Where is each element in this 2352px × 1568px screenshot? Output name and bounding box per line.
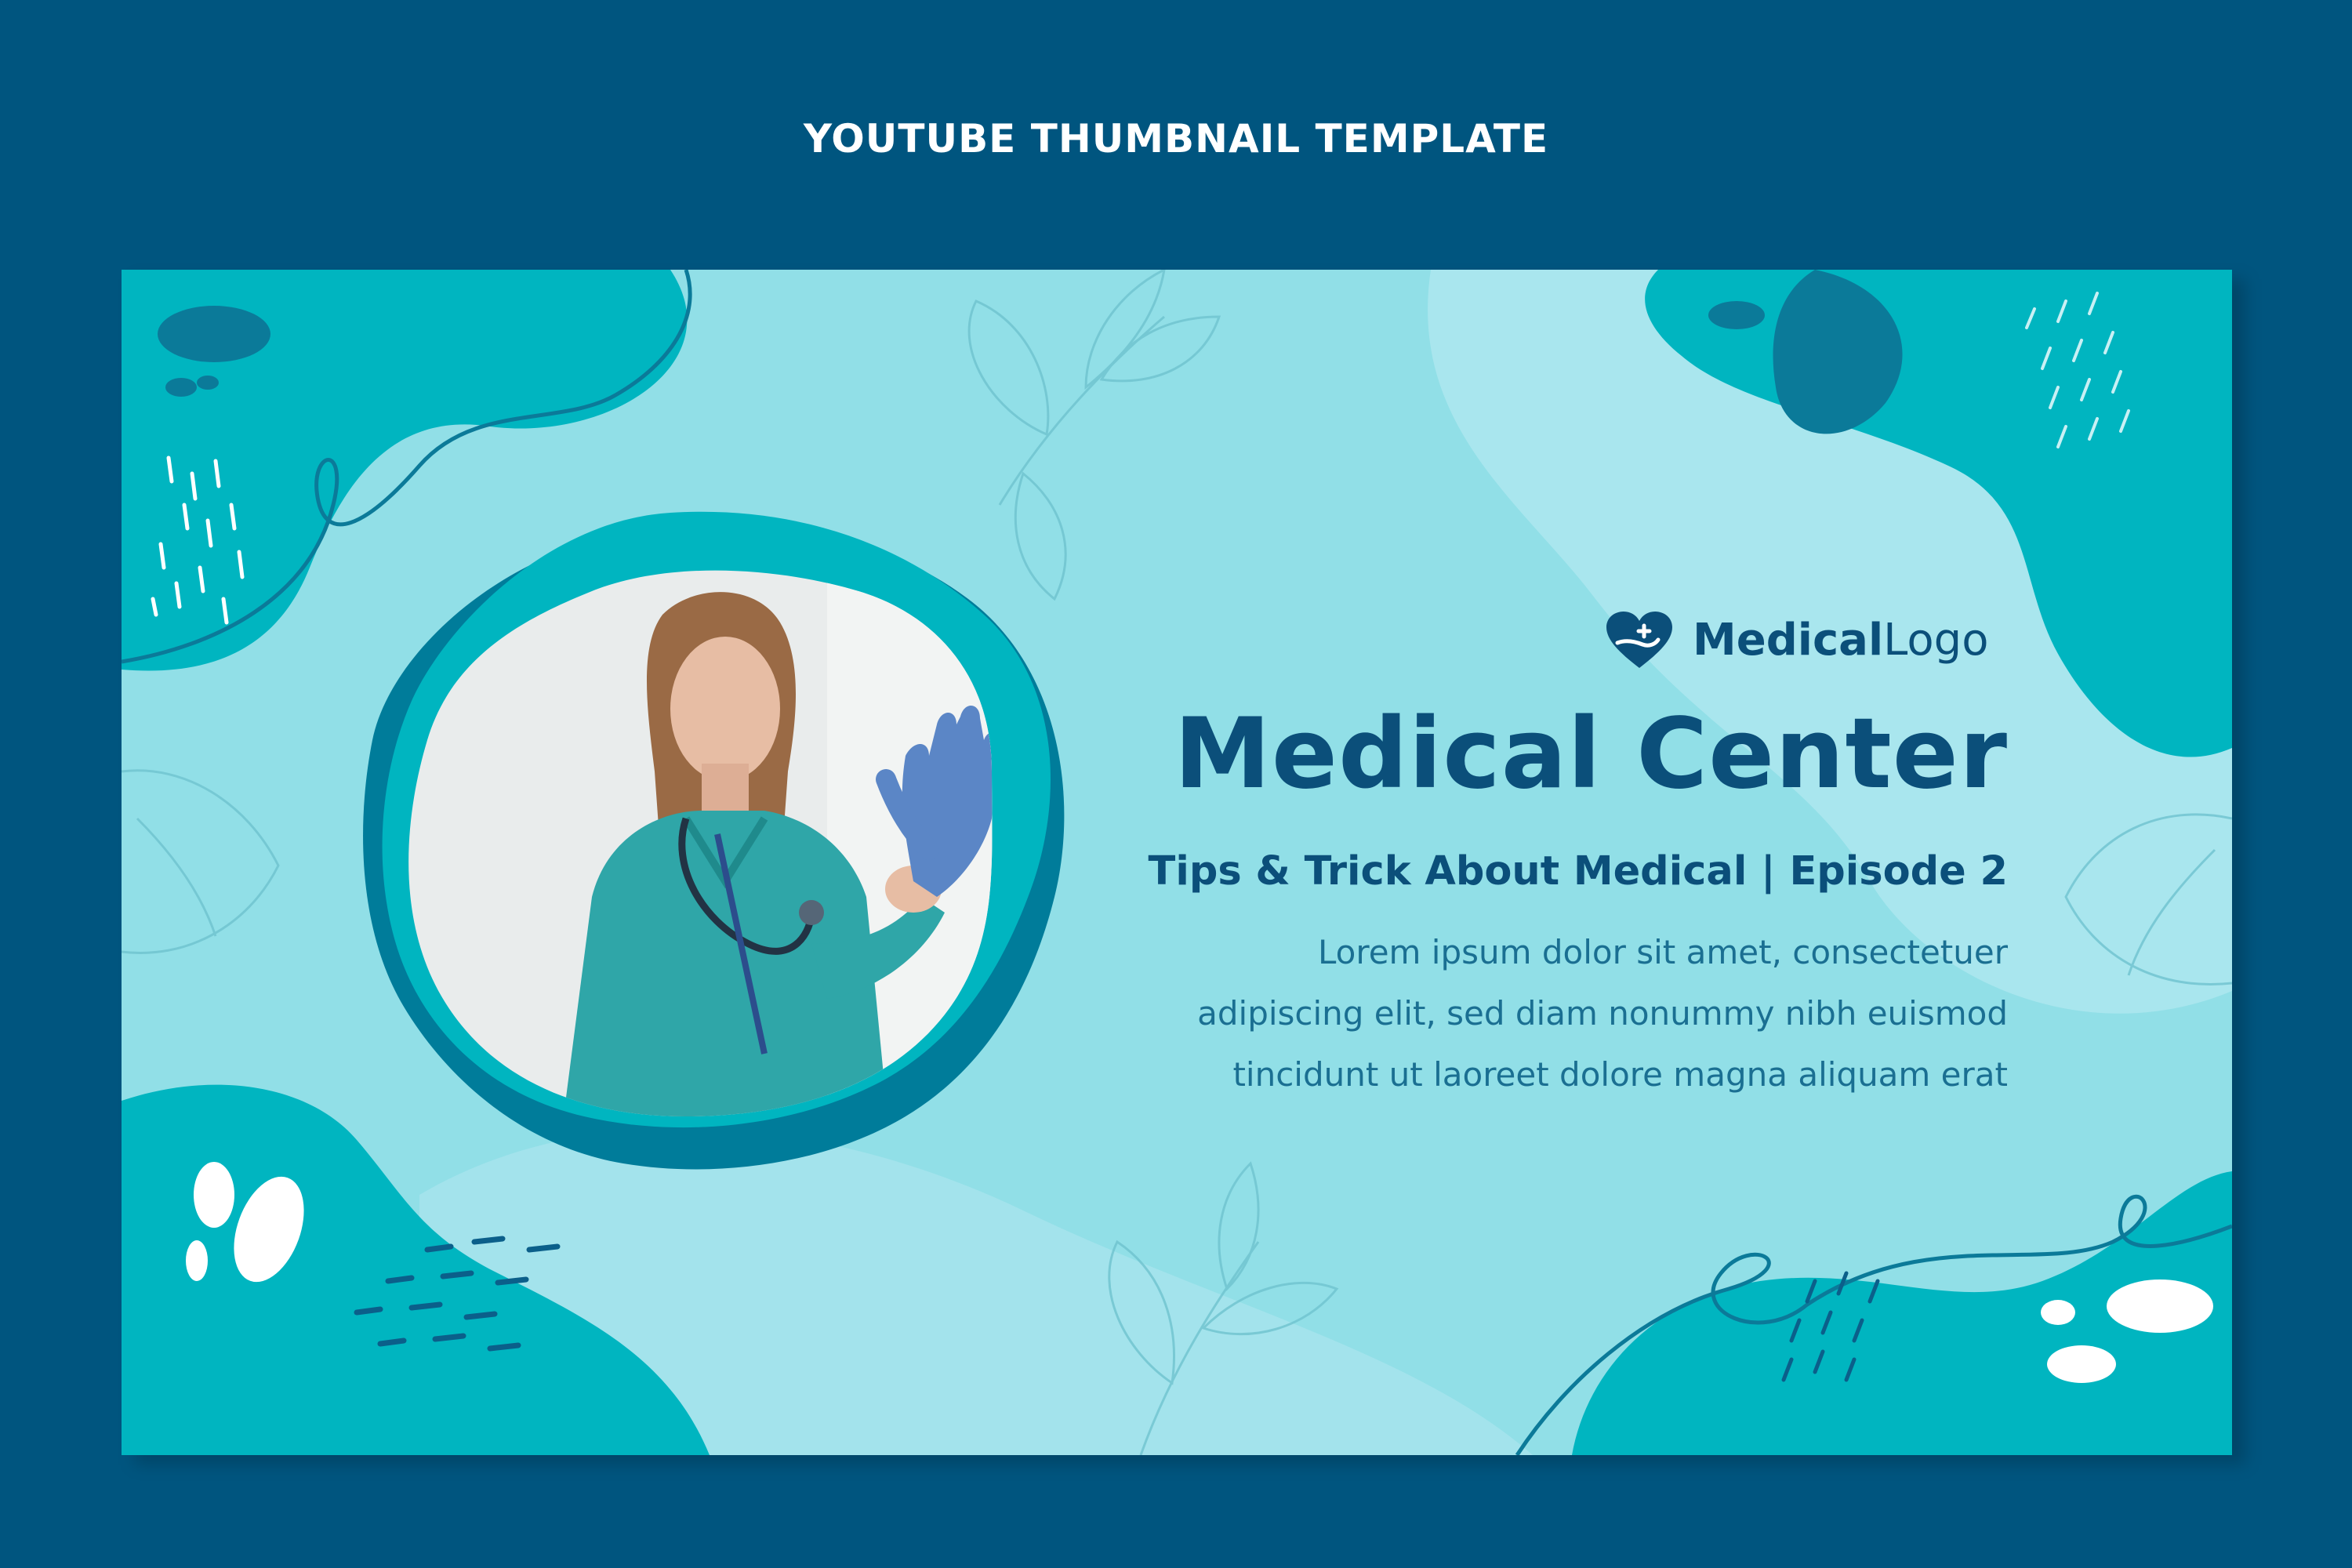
body-line: tincidunt ut laoreet dolore magna aliqua… [1232, 1055, 2008, 1094]
page-title: YOUTUBE THUMBNAIL TEMPLATE [803, 116, 1549, 162]
logo-light-text: Logo [1883, 614, 1989, 666]
body-text: Lorem ipsum dolor sit amet, consectetuer… [1197, 922, 2008, 1105]
medical-logo: MedicalLogo [1603, 608, 1988, 671]
logo-bold-text: Medical [1693, 614, 1884, 666]
body-line: Lorem ipsum dolor sit amet, consectetuer [1318, 933, 2008, 971]
body-line: adipiscing elit, sed diam nonummy nibh e… [1197, 994, 2008, 1033]
headline: Medical Center [1174, 698, 2008, 811]
subtitle: Tips & Trick About Medical | Episode 2 [1148, 848, 2008, 895]
thumbnail-card: MedicalLogo Medical Center Tips & Trick … [122, 270, 2232, 1455]
heart-hand-icon [1606, 612, 1672, 668]
